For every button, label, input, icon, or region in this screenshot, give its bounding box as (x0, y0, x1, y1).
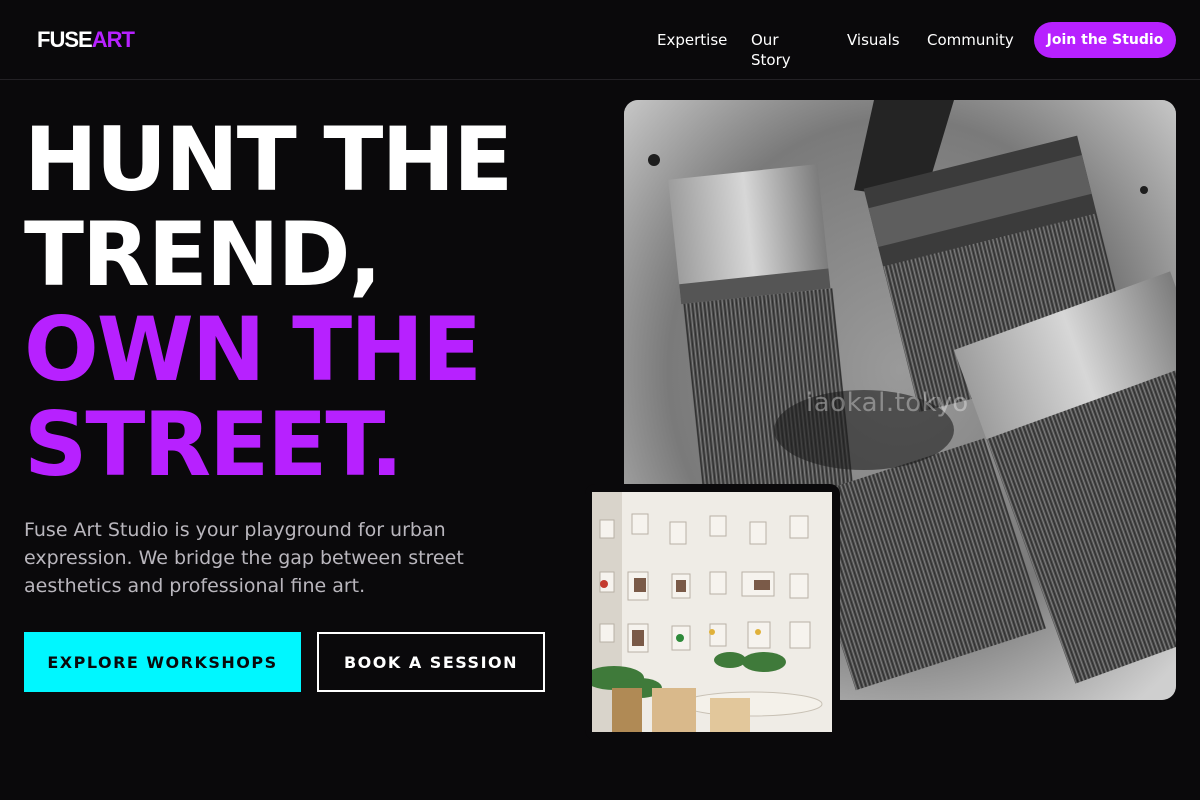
logo-part-art: ART (91, 27, 135, 52)
hero-title-line-2: TREND, (24, 203, 382, 306)
nav-link-visuals[interactable]: Visuals (847, 30, 900, 70)
photo-watermark: iaokal.tokyo (806, 388, 969, 418)
logo[interactable]: FUSEART (37, 27, 135, 53)
hero-title-line-1: HUNT THE (24, 108, 513, 211)
join-studio-button[interactable]: Join the Studio (1034, 22, 1176, 58)
hero-description: Fuse Art Studio is your playground for u… (24, 519, 464, 597)
main-nav: Expertise Our Story Visuals Community (657, 30, 1014, 70)
nav-link-expertise[interactable]: Expertise (657, 30, 727, 70)
site-header: FUSEART Expertise Our Story Visuals Comm… (0, 0, 1200, 80)
gallery-wall-photo (592, 492, 832, 732)
hero-title: HUNT THE TREND, OWN THE STREET. (24, 108, 513, 496)
explore-workshops-button[interactable]: EXPLORE WORKSHOPS (24, 632, 301, 692)
nav-link-our-story[interactable]: Our Story (751, 30, 815, 70)
logo-part-fuse: FUSE (37, 27, 93, 52)
hero-title-line-3: OWN THE (24, 298, 482, 401)
hero-title-line-4: STREET. (24, 393, 404, 496)
book-session-button[interactable]: BOOK A SESSION (317, 632, 545, 692)
nav-link-community[interactable]: Community (927, 30, 1014, 70)
gallery-wall-illustration (592, 492, 832, 732)
